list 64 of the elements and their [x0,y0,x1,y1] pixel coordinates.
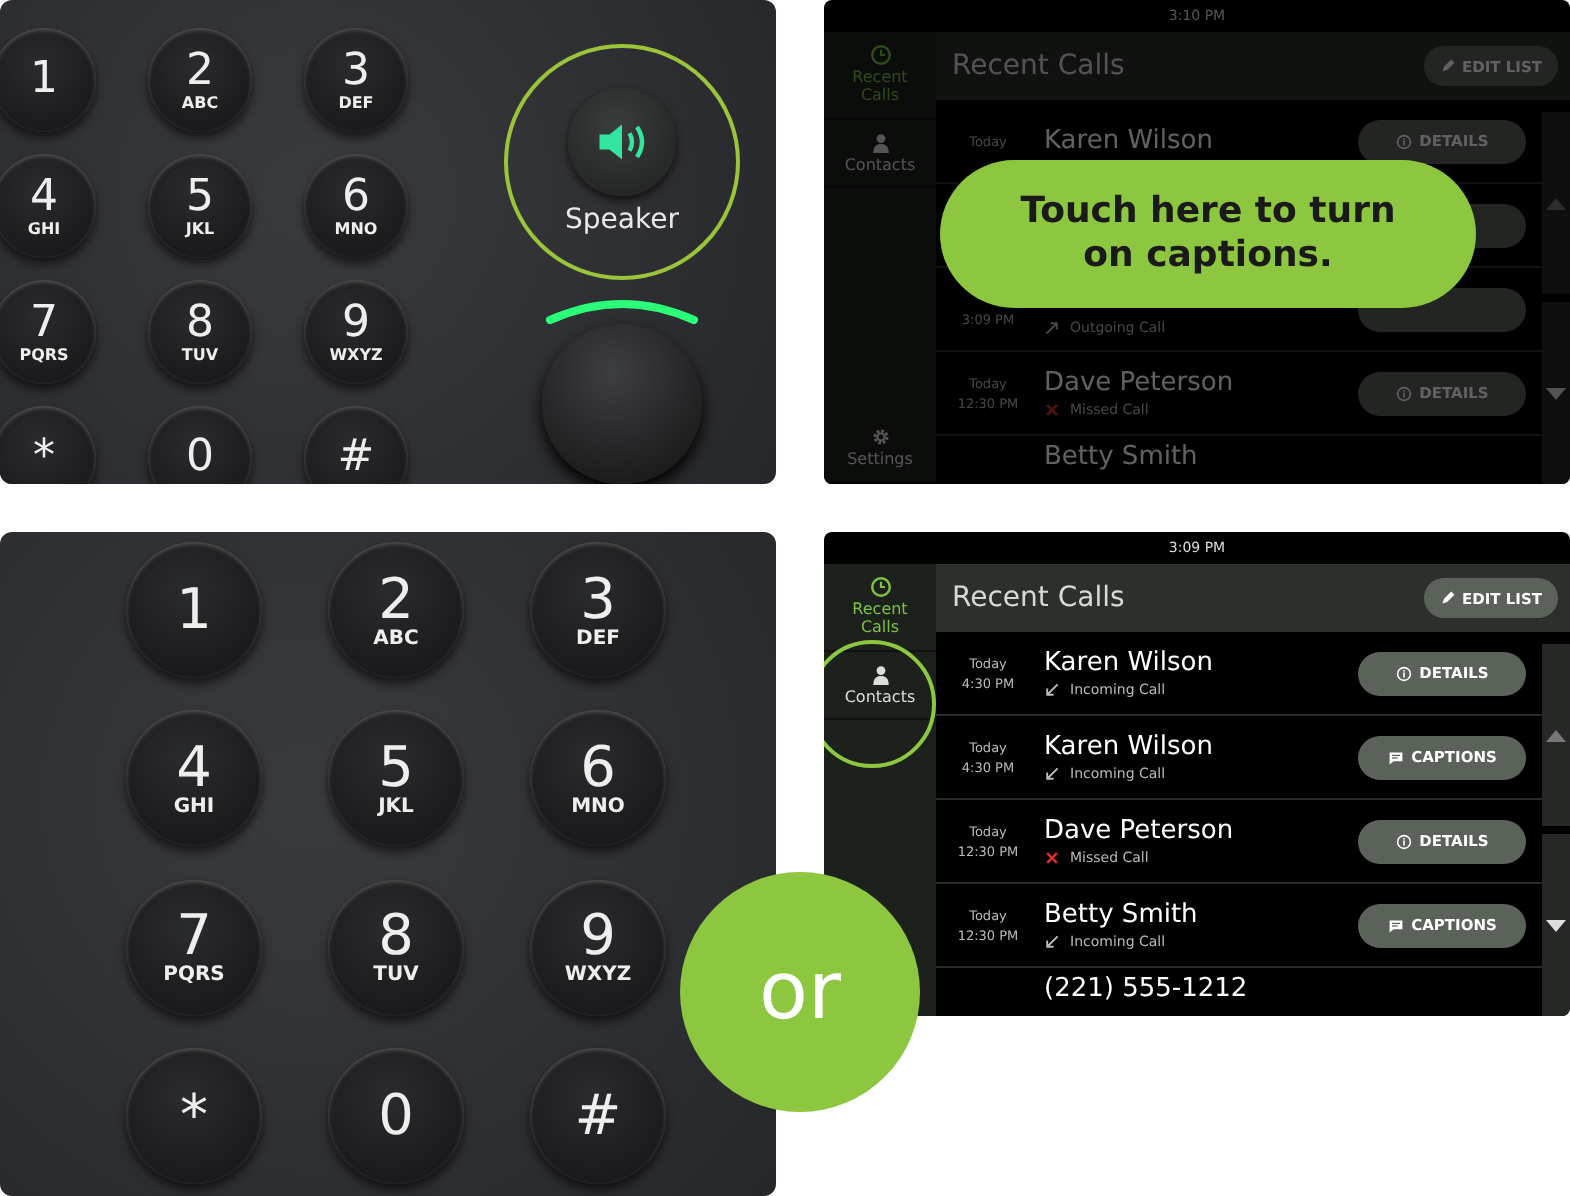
keypad-key[interactable]: 6 MNO [304,154,408,258]
clock-icon [869,576,891,598]
arrow-up-right-icon [1044,319,1060,335]
keypad-key[interactable]: 5 JKL [328,710,464,847]
keypad-key[interactable]: 4 GHI [126,710,262,847]
caller-name: Dave Peterson [1044,368,1236,398]
keypad-key[interactable]: # [304,406,408,484]
keypad-key[interactable]: 3 DEF [304,28,408,132]
screen-title: Recent Calls [952,50,1125,82]
triangle-up-icon [1546,729,1566,741]
caller-name: Betty Smith [1044,442,1200,472]
caller-name: Betty Smith [1044,900,1200,930]
triangle-down-icon [1546,387,1566,399]
keypad-key[interactable]: 0 [328,1047,464,1184]
keypad-key[interactable]: 2 ABC [148,28,252,132]
keypad-key[interactable]: 1 [0,28,96,132]
light-arc-icon [542,296,702,324]
info-icon [1395,133,1412,149]
person-icon [869,663,891,686]
keypad-key[interactable]: * [0,406,96,484]
pencil-icon [1440,58,1457,74]
keypad-key[interactable]: 2 ABC [328,542,464,678]
arrow-down-left-icon [1044,766,1060,782]
keypad-key[interactable]: 6 MNO [530,710,666,847]
arrow-down-left-icon [1044,682,1060,698]
keypad-key[interactable]: 9 WXYZ [304,280,408,384]
keypad-key[interactable]: 4 GHI [0,154,96,258]
keypad-key[interactable]: 5 JKL [148,154,252,258]
keypad-key[interactable]: 8 TUV [148,280,252,384]
speech-bubble-icon [1387,749,1404,765]
keypad-key[interactable]: 0 [148,406,252,484]
nav-tab[interactable]: Contacts [824,651,936,721]
speech-bubble-icon [1387,917,1404,933]
keypad-key[interactable]: 1 [126,542,262,678]
pencil-icon [1440,590,1457,606]
triangle-up-icon [1546,197,1566,209]
keypad-key[interactable]: 7 PQRS [126,879,262,1015]
cross-icon [1044,402,1060,418]
clock-icon [869,44,891,66]
keypad-key[interactable]: * [126,1047,262,1184]
speaker-label: Speaker [565,204,679,236]
arrow-down-left-icon [1044,934,1060,950]
info-icon [1395,833,1412,849]
keypad-key[interactable]: 9 WXYZ [530,879,666,1015]
hook-switch-knob[interactable] [542,324,702,484]
scroll-down-button[interactable] [1542,834,1570,1016]
keypad-key[interactable]: 7 PQRS [0,280,96,384]
speaker-button[interactable] [568,88,676,196]
cross-icon [1044,850,1060,866]
caller-name: Karen Wilson [1044,648,1215,678]
caller-name: Karen Wilson [1044,126,1215,156]
screen-title: Recent Calls [952,582,1125,614]
keypad-key[interactable]: 8 TUV [328,879,464,1015]
info-icon [1395,385,1412,401]
triangle-down-icon [1546,919,1566,931]
caller-name: (221) 555-1212 [1044,974,1250,1004]
keypad-key[interactable]: 3 DEF [530,542,666,678]
person-icon [869,131,891,154]
caller-name: Karen Wilson [1044,732,1215,762]
keypad-key[interactable]: # [530,1047,666,1184]
settings-icon [869,426,891,449]
info-icon [1395,665,1412,681]
caller-name: Dave Peterson [1044,816,1236,846]
captions-tooltip: Touch here to turn on captions. [940,160,1476,308]
